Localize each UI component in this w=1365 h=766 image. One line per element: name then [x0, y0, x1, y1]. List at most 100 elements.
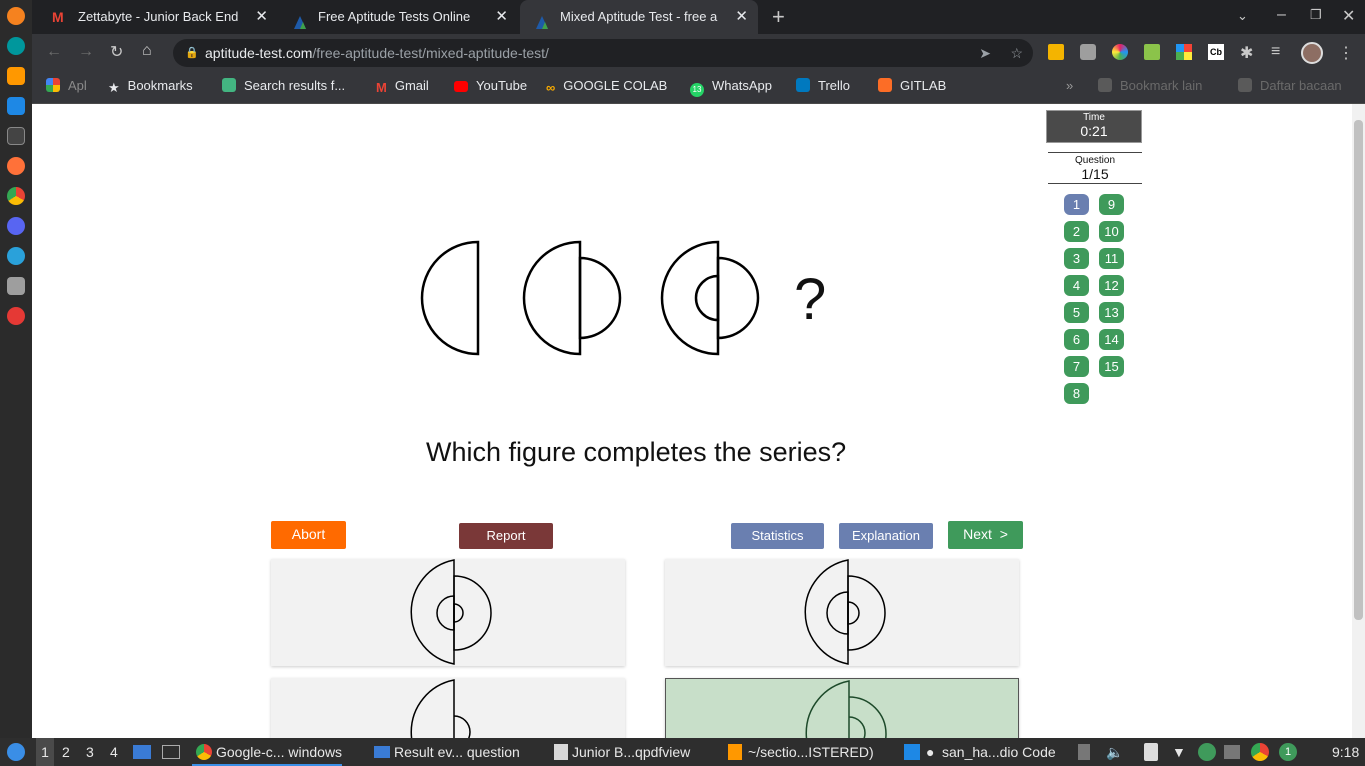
notification-badge[interactable]: 1	[1279, 743, 1297, 761]
chrome-icon[interactable]	[7, 187, 25, 205]
terminal-icon[interactable]	[7, 127, 25, 145]
file-manager-icon[interactable]	[133, 745, 151, 759]
home-icon[interactable]: ⌂	[142, 42, 152, 60]
question-nav-2[interactable]: 2	[1064, 221, 1089, 242]
discord-icon[interactable]	[7, 217, 25, 235]
address-bar[interactable]: 🔒 aptitude-test.com/free-aptitude-test/m…	[173, 39, 1033, 67]
restore-icon[interactable]: ❐	[1310, 7, 1322, 23]
minimize-icon[interactable]: –	[1277, 6, 1286, 24]
star-icon[interactable]: ☆	[1010, 39, 1023, 67]
camera-icon[interactable]	[1080, 44, 1096, 60]
close-icon[interactable]: ✕	[735, 0, 748, 34]
answer-option-d[interactable]	[665, 678, 1019, 738]
question-nav-14[interactable]: 14	[1099, 329, 1124, 350]
question-nav-1[interactable]: 1	[1064, 194, 1089, 215]
clock[interactable]: 9:18	[1332, 738, 1359, 766]
reload-icon[interactable]: ↻	[110, 42, 123, 62]
color-picker-icon[interactable]	[1112, 44, 1128, 60]
abort-button[interactable]: Abort	[271, 521, 346, 549]
bookmark-gmail[interactable]: M Gmail	[376, 72, 429, 100]
statistics-button[interactable]: Statistics	[731, 523, 824, 549]
answer-option-b[interactable]	[665, 559, 1019, 666]
pencil-app-icon[interactable]	[7, 7, 25, 25]
tab-mixed-aptitude[interactable]: Mixed Aptitude Test - free a ✕	[520, 0, 758, 34]
terminal-icon[interactable]	[162, 745, 180, 759]
report-button[interactable]: Report	[459, 523, 553, 549]
bookmark-gitlab[interactable]: GITLAB	[878, 72, 946, 100]
forward-icon[interactable]: →	[78, 43, 94, 61]
reading-list[interactable]: Daftar bacaan	[1238, 72, 1342, 100]
palette-icon[interactable]	[1176, 44, 1192, 60]
question-nav-8[interactable]: 8	[1064, 383, 1089, 404]
question-nav-13[interactable]: 13	[1099, 302, 1124, 323]
next-button[interactable]: Next >	[948, 521, 1023, 549]
puzzle-icon[interactable]: ✱	[1240, 43, 1253, 63]
notes-icon[interactable]	[1144, 743, 1158, 761]
files-icon[interactable]	[7, 277, 25, 295]
question-nav-10[interactable]: 10	[1099, 221, 1124, 242]
taskbar-app-sublime[interactable]: ~/sectio...ISTERED)	[726, 738, 874, 766]
taskbar-app-chrome[interactable]: Google-c... windows	[192, 738, 343, 766]
new-tab-icon[interactable]: +	[772, 4, 785, 30]
page-content: ? Which figure completes the series? Abo…	[32, 104, 1352, 738]
chevron-down-icon[interactable]: ⌄	[1237, 8, 1248, 24]
firefox-icon[interactable]	[7, 157, 25, 175]
question-nav-12[interactable]: 12	[1099, 275, 1124, 296]
taskbar-app-vscode[interactable]: ● san_ha...dio Code	[902, 738, 1056, 766]
media-queue-icon[interactable]: ≡	[1271, 43, 1280, 61]
question-nav-3[interactable]: 3	[1064, 248, 1089, 269]
workspace-1[interactable]: 1	[36, 738, 54, 766]
bookmark-colab[interactable]: ∞ GOOGLE COLAB	[546, 72, 667, 100]
telegram-icon[interactable]	[7, 247, 25, 265]
close-window-icon[interactable]: ✕	[1342, 6, 1355, 26]
volume-icon[interactable]: 🔈	[1106, 738, 1123, 766]
taskbar-app-qpdfview[interactable]: Junior B...qpdfview	[550, 738, 690, 766]
bookmark-trello[interactable]: Trello	[796, 72, 850, 100]
send-icon[interactable]: ➤	[979, 39, 991, 67]
bookmark-apps[interactable]: Apl	[46, 72, 87, 100]
sublime-text-icon[interactable]	[7, 67, 25, 85]
question-nav-6[interactable]: 6	[1064, 329, 1089, 350]
question-nav-7[interactable]: 7	[1064, 356, 1089, 377]
bookmark-search-results[interactable]: Search results f...	[222, 72, 345, 100]
close-icon[interactable]: ✕	[495, 0, 508, 34]
question-nav-15[interactable]: 15	[1099, 356, 1124, 377]
power-icon[interactable]	[7, 307, 25, 325]
system-menu-icon[interactable]	[7, 743, 25, 761]
question-nav-4[interactable]: 4	[1064, 275, 1089, 296]
answer-option-a[interactable]	[271, 559, 625, 666]
image-extension-icon[interactable]	[1144, 44, 1160, 60]
network-icon[interactable]	[1224, 745, 1240, 759]
workspace-2[interactable]: 2	[62, 738, 70, 766]
bookmark-youtube[interactable]: YouTube	[454, 72, 527, 100]
question-nav-9[interactable]: 9	[1099, 194, 1124, 215]
bookmark-bookmarks[interactable]: ★ Bookmarks	[108, 72, 193, 100]
timer-label: Time	[1083, 112, 1105, 123]
update-icon[interactable]	[1198, 743, 1216, 761]
vscode-icon[interactable]	[7, 97, 25, 115]
tab-zettabyte[interactable]: M Zettabyte - Junior Back End ✕	[38, 0, 278, 34]
workspace-4[interactable]: 4	[110, 738, 118, 766]
cb-extension-icon[interactable]: Cb	[1208, 44, 1224, 60]
avatar[interactable]	[1301, 42, 1323, 64]
arduino-icon[interactable]	[7, 37, 25, 55]
question-nav-5[interactable]: 5	[1064, 302, 1089, 323]
close-icon[interactable]: ✕	[255, 0, 268, 34]
wifi-icon[interactable]: ▼	[1172, 738, 1186, 766]
bookmark-other[interactable]: Bookmark lain	[1098, 72, 1202, 100]
workspace-3[interactable]: 3	[86, 738, 94, 766]
explanation-button[interactable]: Explanation	[839, 523, 933, 549]
scrollbar-thumb[interactable]	[1354, 120, 1363, 620]
bookmark-whatsapp[interactable]: 13 WhatsApp	[690, 72, 772, 100]
chrome-tray-icon[interactable]	[1251, 743, 1269, 761]
tab-free-aptitude[interactable]: Free Aptitude Tests Online ✕	[278, 0, 518, 34]
back-icon[interactable]: ←	[46, 43, 62, 61]
extension-icon[interactable]	[1048, 44, 1064, 60]
chevron-right-icon[interactable]: »	[1066, 72, 1073, 100]
unsaved-dot-icon: ●	[926, 744, 935, 760]
menu-icon[interactable]: ⋮	[1338, 43, 1354, 63]
answer-option-c[interactable]	[271, 678, 625, 738]
clipboard-icon[interactable]	[1078, 744, 1090, 760]
taskbar-app-folder[interactable]: Result ev... question	[370, 738, 520, 766]
question-nav-11[interactable]: 11	[1099, 248, 1124, 269]
